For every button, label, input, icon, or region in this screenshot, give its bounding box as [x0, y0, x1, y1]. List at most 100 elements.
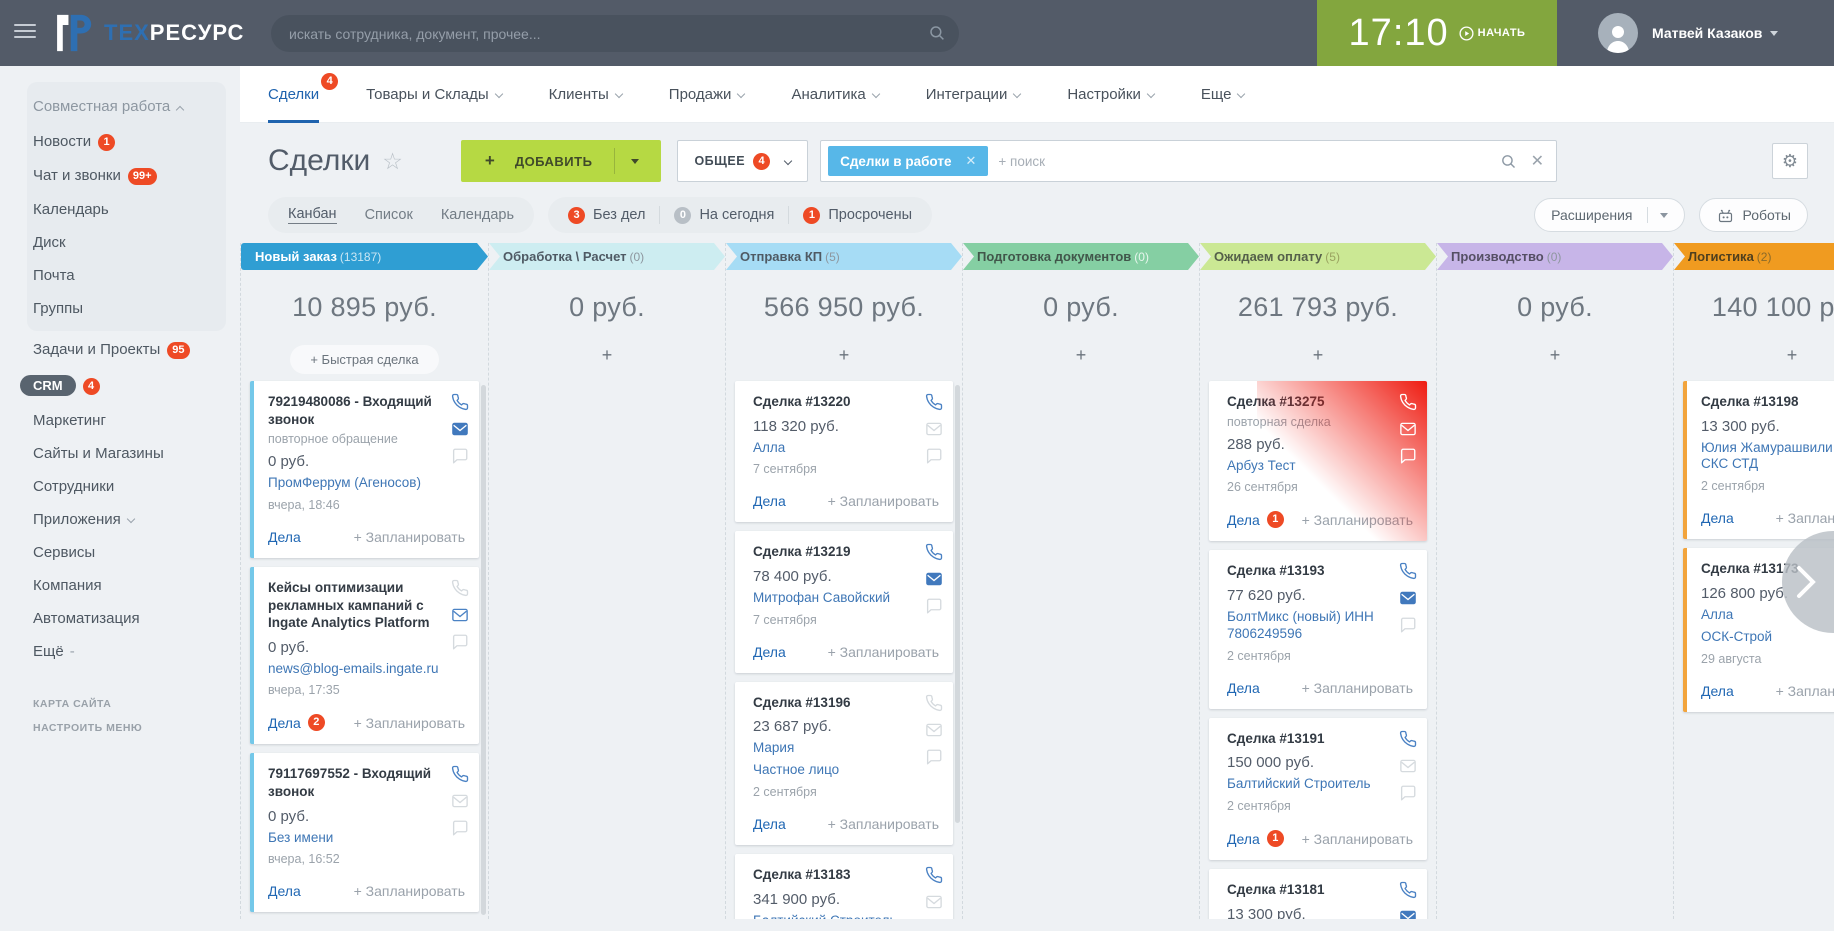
activity-counter[interactable]: 3Без дел: [568, 207, 645, 224]
plan-activity-link[interactable]: + Запланировать: [354, 715, 465, 731]
user-menu[interactable]: Матвей Казаков: [1598, 13, 1778, 53]
tab-item[interactable]: Интеграции: [926, 66, 1021, 123]
search-icon[interactable]: [1500, 153, 1517, 170]
deal-contact-link[interactable]: ОСК-Строй: [1701, 629, 1834, 646]
chat-icon[interactable]: [1399, 447, 1417, 465]
sidebar-item[interactable]: Приложения: [0, 503, 240, 536]
logo[interactable]: ТЕХРЕСУРС: [48, 8, 244, 58]
deal-contact-link[interactable]: Балтийский Строитель: [753, 913, 939, 919]
plan-activity-link[interactable]: + Запланировать: [1776, 510, 1834, 526]
deal-card[interactable]: Сделка #1321978 400 руб.Митрофан Савойск…: [735, 531, 953, 672]
plan-activity-link[interactable]: + Запланировать: [1302, 680, 1413, 696]
deals-link[interactable]: Дела: [1227, 680, 1260, 696]
chat-icon[interactable]: [451, 633, 469, 651]
tab-item[interactable]: Клиенты: [549, 66, 622, 123]
deal-contact-link[interactable]: Алла: [753, 440, 939, 457]
deal-contact-link[interactable]: Без имени: [268, 830, 465, 847]
deals-link[interactable]: Дела: [268, 529, 301, 545]
sidebar-item[interactable]: Компания: [0, 569, 240, 602]
sidebar-item[interactable]: Диск: [33, 226, 226, 259]
quick-add-button[interactable]: +: [1787, 345, 1798, 365]
phone-icon[interactable]: [451, 765, 469, 783]
deal-card[interactable]: Сделка #13275повторная сделка288 руб.Арб…: [1209, 381, 1427, 541]
chat-icon[interactable]: [925, 447, 943, 465]
sidebar-item[interactable]: Календарь: [33, 193, 226, 226]
column-header[interactable]: Отправка КП(5): [726, 243, 962, 270]
activity-counter[interactable]: 0На сегодня: [674, 207, 774, 224]
mail-icon[interactable]: [1399, 757, 1417, 775]
mail-icon[interactable]: [451, 420, 469, 438]
search-icon[interactable]: [928, 24, 946, 42]
menu-icon[interactable]: [14, 24, 36, 42]
extensions-button[interactable]: Расширения: [1534, 198, 1684, 232]
phone-icon[interactable]: [451, 579, 469, 597]
phone-icon[interactable]: [925, 694, 943, 712]
column-scrollbar[interactable]: [481, 385, 486, 915]
column-header[interactable]: Подготовка документов(0): [963, 243, 1199, 270]
mail-icon[interactable]: [1399, 420, 1417, 438]
sidebar-item[interactable]: Задачи и Проекты95: [0, 333, 240, 367]
sidebar-item[interactable]: CRM4: [0, 367, 240, 404]
quick-add-button[interactable]: +: [602, 345, 613, 365]
clear-search-icon[interactable]: ✕: [1531, 151, 1544, 171]
deal-contact-link[interactable]: Частное лицо: [753, 762, 939, 779]
phone-icon[interactable]: [1399, 881, 1417, 899]
tab-item[interactable]: Продажи: [669, 66, 745, 123]
mail-icon[interactable]: [925, 420, 943, 438]
phone-icon[interactable]: [925, 393, 943, 411]
global-search-input[interactable]: [271, 15, 959, 52]
deal-card[interactable]: Кейсы оптимизации рекламных кампаний с I…: [250, 567, 479, 745]
chat-icon[interactable]: [925, 748, 943, 766]
sidebar-group-header[interactable]: Совместная работа: [33, 92, 226, 125]
chat-icon[interactable]: [925, 597, 943, 615]
filter-search-box[interactable]: Сделки в работе ✕ + поиск ✕: [820, 140, 1557, 182]
sidebar-item[interactable]: Автоматизация: [0, 602, 240, 635]
filter-tag[interactable]: Сделки в работе ✕: [828, 146, 988, 176]
chat-icon[interactable]: [451, 447, 469, 465]
phone-icon[interactable]: [925, 543, 943, 561]
sidebar-item[interactable]: Ещё-: [0, 635, 240, 668]
chat-icon[interactable]: [451, 819, 469, 837]
phone-icon[interactable]: [925, 866, 943, 884]
quick-add-button[interactable]: +: [1550, 345, 1561, 365]
sidebar-item[interactable]: Чат и звонки99+: [33, 159, 226, 193]
deals-link[interactable]: Дела: [268, 715, 301, 731]
mail-icon[interactable]: [925, 721, 943, 739]
deals-link[interactable]: Дела: [1227, 831, 1260, 847]
column-header[interactable]: Ожидаем оплату(5): [1200, 243, 1436, 270]
favorite-star-icon[interactable]: ☆: [382, 148, 403, 175]
sidebar-item[interactable]: Сайты и Магазины: [0, 437, 240, 470]
plan-activity-link[interactable]: + Запланировать: [828, 816, 939, 832]
sidebar-item[interactable]: Маркетинг: [0, 404, 240, 437]
time-tracker[interactable]: 17:10 НАЧАТЬ: [1317, 0, 1557, 66]
tab-item[interactable]: Аналитика: [791, 66, 878, 123]
deal-contact-link[interactable]: Арбуз Тест: [1227, 458, 1413, 475]
column-scrollbar[interactable]: [955, 385, 960, 823]
remove-filter-icon[interactable]: ✕: [965, 153, 976, 169]
deals-link[interactable]: Дела: [1701, 683, 1734, 699]
mail-icon[interactable]: [451, 606, 469, 624]
deals-link[interactable]: Дела: [268, 883, 301, 899]
tab-item[interactable]: Настройки: [1067, 66, 1154, 123]
tab-item[interactable]: Товары и Склады: [366, 66, 502, 123]
column-header[interactable]: Логистика(2): [1674, 243, 1834, 270]
phone-icon[interactable]: [1399, 393, 1417, 411]
plan-activity-link[interactable]: + Запланировать: [1302, 512, 1413, 528]
chevron-down-icon[interactable]: [631, 159, 639, 164]
deal-card[interactable]: Сделка #1319813 300 руб.Юлия Жамурашвили…: [1683, 381, 1834, 539]
sidebar-item[interactable]: Почта: [33, 259, 226, 292]
sidebar-item[interactable]: Группы: [33, 292, 226, 325]
deal-card[interactable]: Сделка #13183341 900 руб.Балтийский Стро…: [735, 854, 953, 919]
view-tab[interactable]: Календарь: [441, 207, 514, 223]
deal-contact-link[interactable]: Юлия Жамурашвили СКС СТД: [1701, 440, 1834, 474]
plan-activity-link[interactable]: + Запланировать: [354, 529, 465, 545]
plan-activity-link[interactable]: + Запланировать: [828, 493, 939, 509]
quick-add-button[interactable]: + Быстрая сделка: [290, 345, 438, 374]
plan-activity-link[interactable]: + Запланировать: [1776, 683, 1834, 699]
deal-card[interactable]: Сделка #1319377 620 руб.БолтМикс (новый)…: [1209, 550, 1427, 708]
tab-item[interactable]: Еще: [1201, 66, 1245, 123]
deals-link[interactable]: Дела: [753, 493, 786, 509]
phone-icon[interactable]: [1399, 562, 1417, 580]
mail-icon[interactable]: [1399, 589, 1417, 607]
phone-icon[interactable]: [1399, 730, 1417, 748]
